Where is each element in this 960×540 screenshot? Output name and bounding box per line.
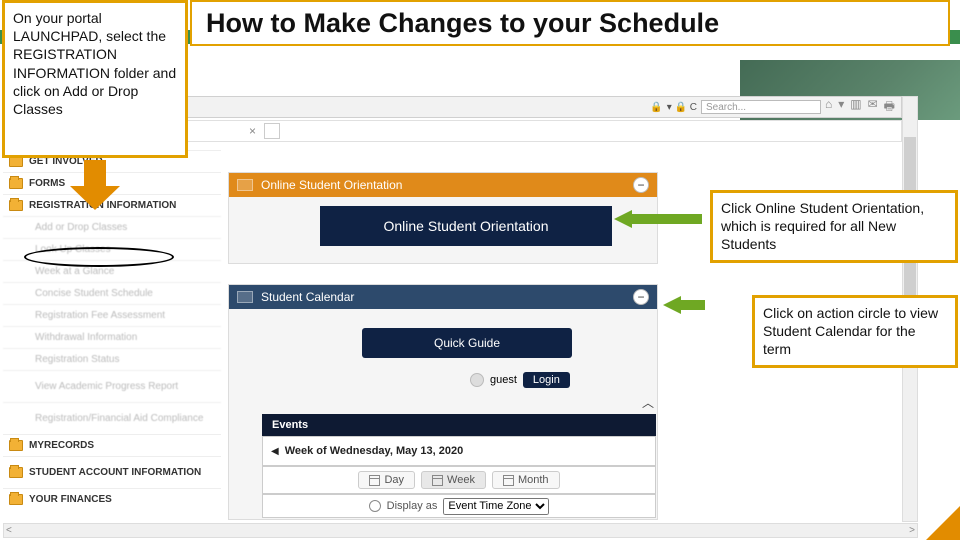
- user-icon: [470, 373, 484, 387]
- page-title: How to Make Changes to your Schedule: [206, 8, 719, 39]
- blank-tab-icon[interactable]: [264, 123, 280, 139]
- mail-icon[interactable]: ✉: [868, 97, 878, 118]
- browser-tool-icons: ⌂▾ ▥ ✉ 🖶: [825, 97, 895, 118]
- sidebar-item-academic-progress[interactable]: View Academic Progress Report: [3, 370, 221, 402]
- tz-select[interactable]: Event Time Zone: [443, 498, 549, 515]
- tz-label: Display as: [387, 500, 438, 512]
- sidebar-item-fee-assessment[interactable]: Registration Fee Assessment: [3, 304, 221, 326]
- panel-collapse-icon[interactable]: −: [633, 177, 649, 193]
- callout-mid-right: Click on action circle to view Student C…: [752, 295, 958, 368]
- sidebar-item-concise-schedule[interactable]: Concise Student Schedule: [3, 282, 221, 304]
- home-icon[interactable]: ⌂: [825, 97, 832, 118]
- horizontal-scrollbar[interactable]: < >: [3, 523, 918, 538]
- panel-collapse-icon[interactable]: −: [633, 289, 649, 305]
- sidebar-folder-myrecords[interactable]: MYRECORDS: [3, 434, 221, 456]
- scroll-right-icon[interactable]: >: [909, 525, 915, 536]
- prev-week-icon[interactable]: ◀: [271, 446, 279, 457]
- slide-title-box: How to Make Changes to your Schedule: [190, 0, 950, 46]
- calendar-panel-header: Student Calendar −: [229, 285, 657, 309]
- events-header-bar: Events: [262, 414, 656, 436]
- scroll-left-icon[interactable]: <: [6, 525, 12, 536]
- calendar-icon: [432, 475, 443, 486]
- sidebar-folder-finances[interactable]: YOUR FINANCES: [3, 488, 221, 510]
- arrow-down-annotation: [70, 160, 120, 210]
- guest-login-row: guest Login: [470, 368, 656, 392]
- view-day-button[interactable]: Day: [358, 471, 415, 489]
- folder-icon: [9, 178, 23, 189]
- login-button[interactable]: Login: [523, 372, 570, 388]
- chevron-up-icon[interactable]: ︿: [642, 394, 654, 411]
- folder-icon: [9, 494, 23, 505]
- timezone-row: Display as Event Time Zone: [262, 494, 656, 518]
- sidebar-item-reg-status[interactable]: Registration Status: [3, 348, 221, 370]
- folder-icon: [9, 440, 23, 451]
- calendar-icon: [369, 475, 380, 486]
- folder-icon: [9, 467, 23, 478]
- events-week-row: ◀ Week of Wednesday, May 13, 2020: [262, 436, 656, 466]
- highlight-circle-annotation: [24, 247, 174, 267]
- security-indicator: ▾ 🔒 C: [667, 102, 697, 113]
- quick-guide-button[interactable]: Quick Guide: [362, 328, 572, 358]
- guest-label: guest: [490, 374, 517, 386]
- lock-icon: 🔒: [650, 102, 662, 113]
- page-corner-decoration: [926, 506, 960, 540]
- folder-icon: [9, 200, 23, 211]
- online-orientation-button[interactable]: Online Student Orientation: [320, 206, 612, 246]
- panel-icon: [237, 179, 253, 191]
- print-icon[interactable]: 🖶: [884, 97, 895, 118]
- sidebar-item-withdrawal[interactable]: Withdrawal Information: [3, 326, 221, 348]
- browser-search-input[interactable]: Search...: [701, 100, 821, 114]
- tab-close-icon[interactable]: ×: [249, 124, 256, 138]
- orientation-panel-header: Online Student Orientation −: [229, 173, 657, 197]
- arrow-left-annotation: [663, 296, 705, 314]
- sidebar-folder-student-account[interactable]: STUDENT ACCOUNT INFORMATION: [3, 456, 221, 488]
- week-label: Week of Wednesday, May 13, 2020: [285, 445, 464, 457]
- callout-left: On your portal LAUNCHPAD, select the REG…: [2, 0, 188, 158]
- feed-icon[interactable]: ▥: [850, 97, 861, 118]
- sidebar-item-add-drop[interactable]: Add or Drop Classes: [3, 216, 221, 238]
- view-week-button[interactable]: Week: [421, 471, 486, 489]
- calendar-icon: [503, 475, 514, 486]
- arrow-left-annotation: [614, 210, 702, 228]
- sidebar-item-finaid-compliance[interactable]: Registration/Financial Aid Compliance: [3, 402, 221, 434]
- view-month-button[interactable]: Month: [492, 471, 560, 489]
- calendar-view-switcher: Day Week Month: [262, 466, 656, 494]
- globe-icon: [369, 500, 381, 512]
- panel-icon: [237, 291, 253, 303]
- callout-top-right: Click Online Student Orientation, which …: [710, 190, 958, 263]
